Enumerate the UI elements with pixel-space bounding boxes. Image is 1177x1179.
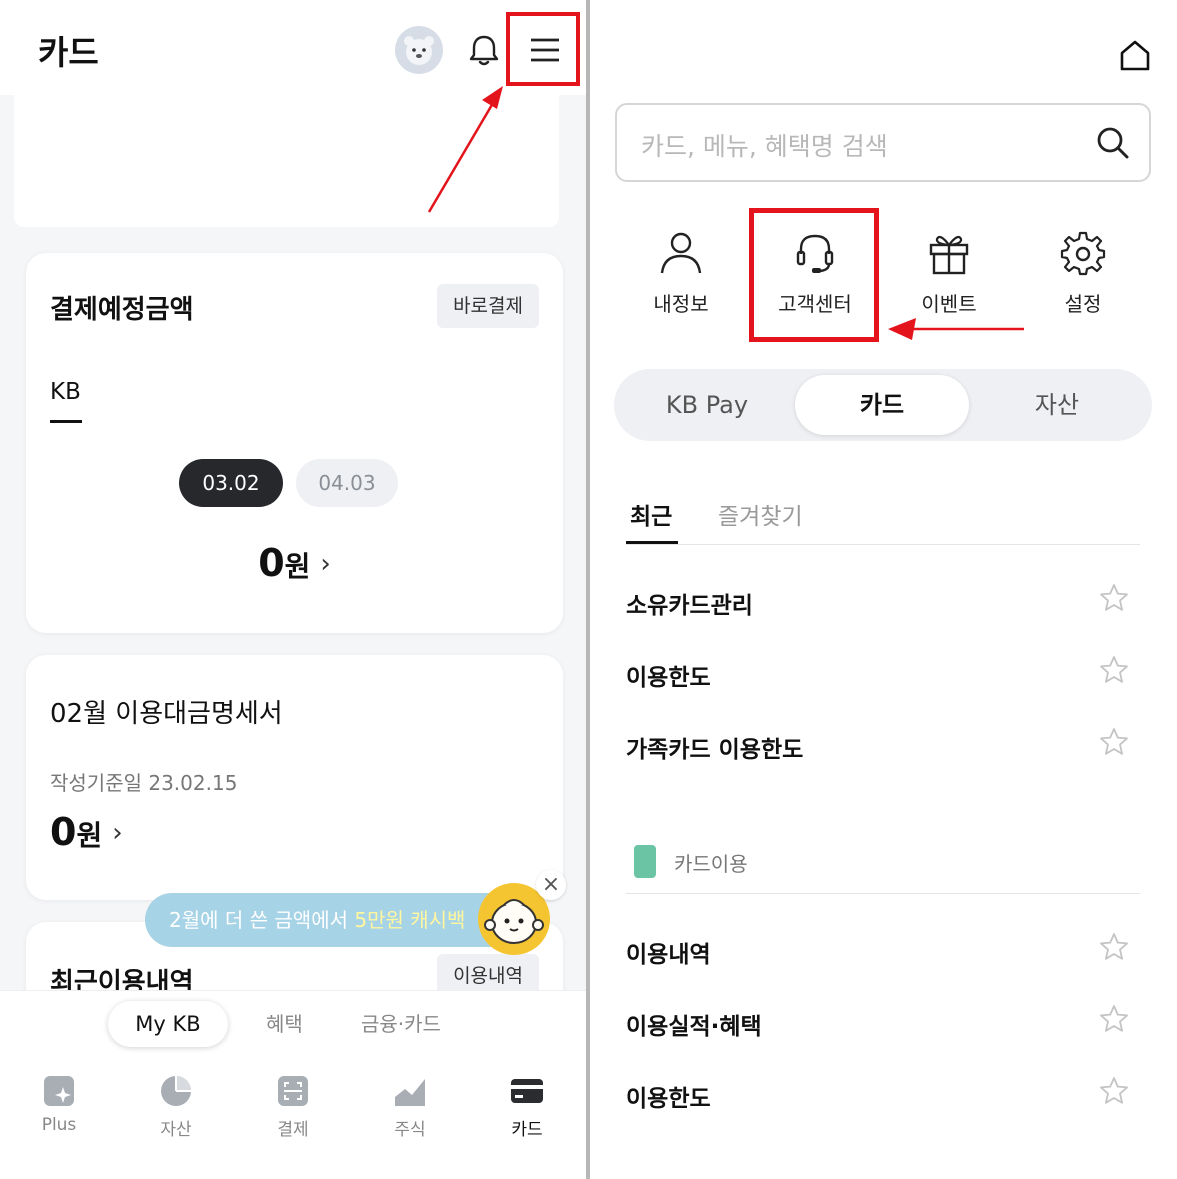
tab-underline	[50, 420, 82, 423]
annotation-arrow	[888, 318, 1024, 340]
section-title: 카드이용	[674, 852, 748, 876]
payment-amount-link[interactable]: 0원 ›	[26, 541, 563, 585]
card-home-screen: 카드 결제예정금액 바로결제 KB 03.02 04.03 0원 › 02월 이…	[0, 0, 586, 1179]
gift-icon	[929, 235, 969, 275]
statement-basis-date: 작성기준일 23.02.15	[50, 771, 238, 795]
scan-icon	[278, 1076, 308, 1106]
segment-benefits[interactable]: 혜택	[266, 1001, 303, 1047]
nav-label: 자산	[160, 1120, 192, 1140]
list-item[interactable]: 이용한도	[626, 648, 1140, 698]
segment-kb-pay[interactable]: KB Pay	[620, 375, 794, 435]
payment-due-card: 결제예정금액 바로결제 KB 03.02 04.03 0원 ›	[26, 253, 563, 633]
nav-item-plus[interactable]: Plus	[19, 1073, 99, 1135]
star-icon[interactable]	[1098, 726, 1130, 758]
bell-icon[interactable]	[466, 32, 502, 68]
list-item[interactable]: 이용실적·혜택	[626, 997, 1140, 1047]
payment-amount: 0	[258, 541, 285, 585]
menu-segment-bar: KB Pay 카드 자산	[614, 369, 1152, 441]
statement-amount-link[interactable]: 0원 ›	[50, 810, 123, 854]
card-usage-icon	[634, 845, 656, 878]
list-item[interactable]: 가족카드 이용한도	[626, 720, 1140, 770]
card-icon	[511, 1079, 543, 1103]
statement-card: 02월 이용대금명세서 작성기준일 23.02.15 0원 ›	[26, 655, 563, 900]
star-icon[interactable]	[1098, 654, 1130, 686]
search-box[interactable]: 카드, 메뉴, 혜택명 검색	[615, 103, 1151, 182]
tab-divider	[626, 544, 1140, 545]
segment-card[interactable]: 카드	[795, 375, 969, 435]
chevron-right-icon: ›	[112, 818, 123, 848]
nav-label: Plus	[41, 1115, 77, 1135]
plus-star-icon	[44, 1076, 74, 1106]
date-chip-selected[interactable]: 03.02	[179, 459, 283, 507]
quick-menu-label: 이벤트	[921, 292, 977, 316]
star-icon[interactable]	[1098, 931, 1130, 963]
pay-now-button[interactable]: 바로결제	[437, 284, 539, 328]
chevron-right-icon: ›	[320, 549, 331, 579]
segment-assets[interactable]: 자산	[970, 375, 1144, 435]
date-chip[interactable]: 04.03	[296, 459, 398, 507]
promo-highlight: 5만원 캐시백	[354, 908, 466, 932]
search-icon[interactable]	[1093, 123, 1133, 163]
quick-menu-label: 설정	[1064, 292, 1102, 316]
list-item-label: 이용한도	[626, 665, 711, 691]
close-icon[interactable]: ×	[536, 870, 566, 900]
segment-my-kb[interactable]: My KB	[108, 1001, 228, 1047]
star-icon[interactable]	[1098, 1075, 1130, 1107]
list-item-label: 이용실적·혜택	[626, 1014, 762, 1040]
payment-due-title: 결제예정금액	[50, 295, 194, 325]
currency-unit: 원	[284, 550, 311, 583]
app-header: 카드	[0, 0, 586, 95]
nav-label: 카드	[511, 1120, 543, 1140]
banner-area	[14, 95, 559, 227]
nav-item-payment[interactable]: 결제	[253, 1073, 333, 1140]
menu-highlight-box	[506, 12, 580, 86]
nav-item-card[interactable]: 카드	[487, 1073, 567, 1140]
list-item-label: 이용한도	[626, 1086, 711, 1112]
quick-menu-settings[interactable]: 설정	[1018, 228, 1148, 317]
customer-center-highlight-box	[749, 208, 879, 342]
currency-unit: 원	[76, 819, 103, 852]
segment-finance-card[interactable]: 금융·카드	[361, 1001, 441, 1047]
star-icon[interactable]	[1098, 1003, 1130, 1035]
star-icon[interactable]	[1098, 582, 1130, 614]
nav-label: 결제	[277, 1120, 309, 1140]
nav-item-assets[interactable]: 자산	[136, 1073, 216, 1140]
section-card-usage: 카드이용	[626, 842, 1140, 894]
list-item[interactable]: 이용한도	[626, 1069, 1140, 1119]
pie-chart-icon	[161, 1076, 191, 1106]
search-input[interactable]: 카드, 메뉴, 혜택명 검색	[641, 127, 888, 163]
person-icon	[660, 232, 702, 274]
bottom-navigation: My KB 혜택 금융·카드 Plus 자산 결제 주식 카드	[0, 990, 586, 1179]
statement-title: 02월 이용대금명세서	[50, 699, 283, 729]
statement-amount: 0	[50, 810, 77, 854]
tab-underline	[626, 541, 678, 544]
list-item[interactable]: 이용내역	[626, 925, 1140, 975]
list-item-label: 소유카드관리	[626, 593, 753, 619]
promo-text: 2월에 더 쓴 금액에서	[169, 908, 355, 932]
list-item[interactable]: 소유카드관리	[626, 576, 1140, 626]
all-menu-screen: 카드, 메뉴, 혜택명 검색 내정보 고객센터 이벤트 설정 KB Pay 카드…	[590, 0, 1177, 1179]
nav-label: 주식	[394, 1120, 426, 1140]
quick-menu-my-info[interactable]: 내정보	[616, 228, 746, 317]
tab-favorites[interactable]: 즐겨찾기	[718, 497, 803, 531]
quick-menu-events[interactable]: 이벤트	[884, 228, 1014, 317]
gear-icon	[1060, 231, 1106, 276]
list-item-label: 이용내역	[626, 942, 711, 968]
avatar[interactable]	[395, 26, 443, 74]
home-icon[interactable]	[1118, 38, 1152, 72]
list-item-label: 가족카드 이용한도	[626, 737, 804, 763]
nav-item-stocks[interactable]: 주식	[370, 1073, 450, 1140]
tab-recent[interactable]: 최근	[630, 497, 672, 531]
quick-menu-label: 내정보	[653, 292, 709, 316]
tab-kb[interactable]: KB	[50, 379, 81, 405]
stock-chart-icon	[395, 1079, 425, 1106]
page-title: 카드	[38, 33, 99, 72]
